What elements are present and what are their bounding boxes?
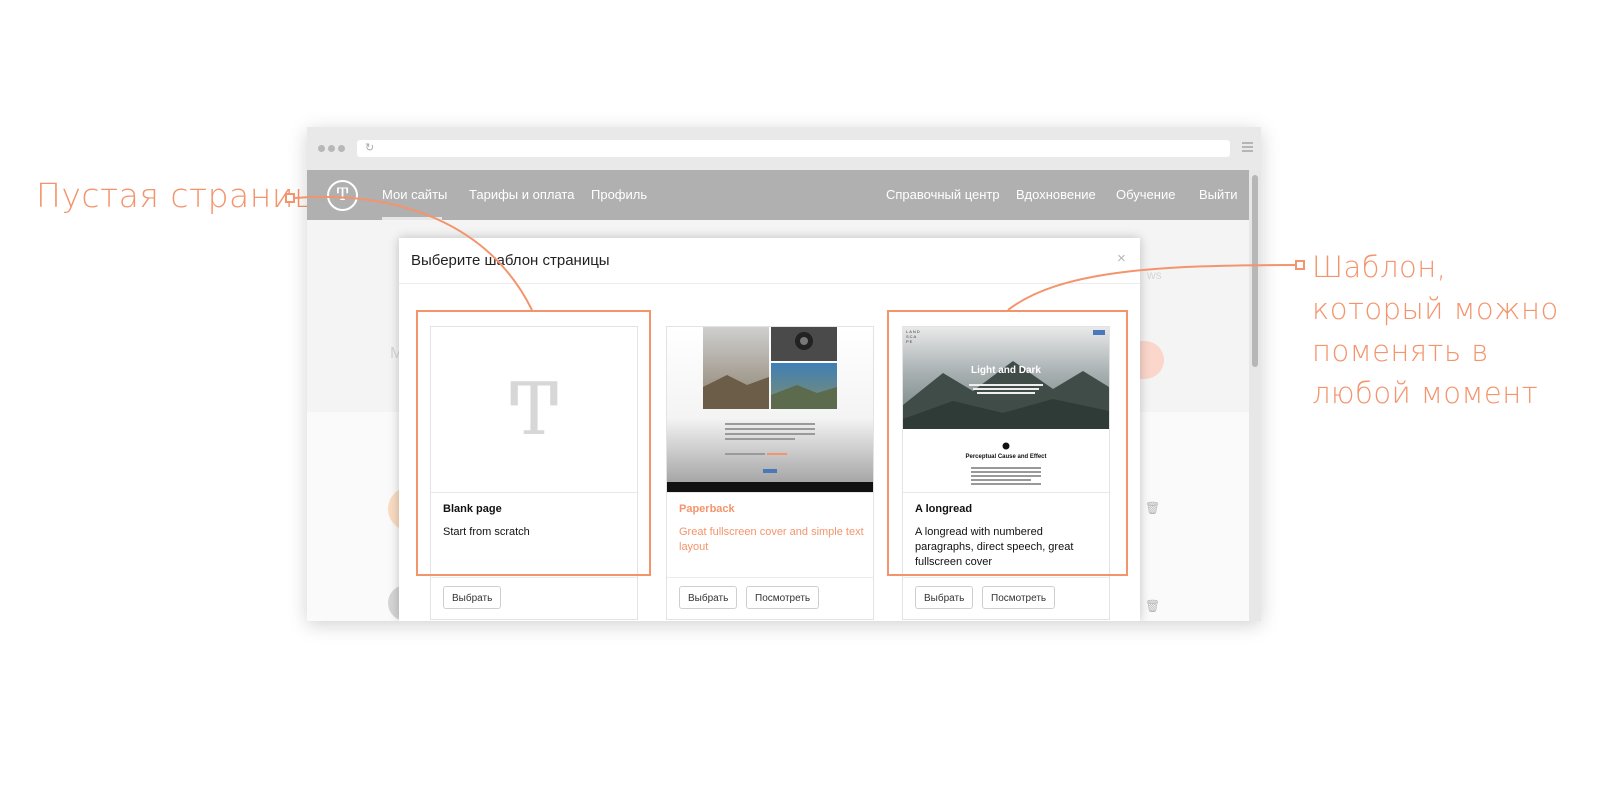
window-dot[interactable] [328,145,335,152]
nav-plans[interactable]: Тарифы и оплата [469,187,574,202]
connector-anchor [1295,260,1305,270]
preview-button[interactable]: Посмотреть [746,586,820,609]
nav-inspiration[interactable]: Вдохновение [1016,187,1096,202]
annotation-blank-page: Пустая страница [36,176,338,215]
annotation-template: Шаблон, который можно поменять в любой м… [1312,246,1559,414]
paperback-preview [667,327,873,492]
divider [431,577,637,578]
trash-icon[interactable]: 🗑 [1145,599,1160,613]
tilda-logo-icon[interactable]: Ͳ [327,180,358,211]
modal-title: Выберите шаблон страницы [411,252,610,269]
menu-icon[interactable] [1242,142,1253,154]
reload-icon[interactable]: ↻ [365,141,374,154]
preview-button[interactable]: Посмотреть [982,586,1056,609]
top-nav: Ͳ Мои сайты Тарифы и оплата Профиль Спра… [307,170,1249,220]
select-button[interactable]: Выбрать [915,586,974,609]
browser-chrome: ↻ [307,127,1261,170]
select-button[interactable]: Выбрать [679,586,738,609]
window-dot[interactable] [338,145,345,152]
highlight-longread-card [887,310,1128,576]
template-thumbnail [667,327,873,492]
trash-icon[interactable]: 🗑 [1145,501,1160,515]
template-name: Paperback [679,503,735,515]
close-icon[interactable]: × [1117,250,1126,267]
divider [667,577,873,578]
highlight-blank-card [416,310,651,576]
nav-help-center[interactable]: Справочный центр [886,187,1000,202]
template-card-paperback[interactable]: Paperback Great fullscreen cover and sim… [666,326,874,620]
annotation-line: любой момент [1312,376,1539,410]
nav-education[interactable]: Обучение [1116,187,1175,202]
address-bar[interactable]: ↻ [357,140,1230,157]
select-button[interactable]: Выбрать [443,586,502,609]
window-dot[interactable] [318,145,325,152]
annotation-line: поменять в [1312,334,1489,368]
divider [903,577,1109,578]
annotation-line: который можно [1312,292,1559,326]
nav-profile[interactable]: Профиль [591,187,647,202]
scrollbar-thumb[interactable] [1252,175,1258,367]
nav-logout[interactable]: Выйти [1199,187,1238,202]
template-description: Great fullscreen cover and simple text l… [679,526,864,553]
background-text: ws [1147,268,1162,282]
divider [399,283,1140,284]
divider [667,492,873,493]
nav-my-sites[interactable]: Мои сайты [382,187,447,202]
annotation-line: Шаблон, [1312,250,1447,284]
